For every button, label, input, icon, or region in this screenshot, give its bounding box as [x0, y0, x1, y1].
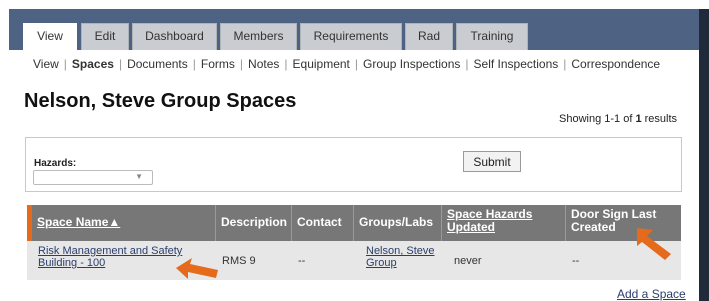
subnav-spaces[interactable]: Spaces	[72, 57, 114, 71]
results-count: Showing 1-1 of 1 results	[559, 113, 678, 125]
submit-button[interactable]: Submit	[463, 151, 521, 172]
group-link[interactable]: Nelson, Steve Group	[366, 245, 434, 269]
subnav-equipment[interactable]: Equipment	[293, 57, 350, 71]
tab-requirements[interactable]: Requirements	[300, 23, 402, 50]
orange-arrow-icon	[637, 228, 671, 260]
subnav-group-inspections[interactable]: Group Inspections	[363, 57, 460, 71]
cell-description: RMS 9	[222, 254, 256, 267]
tab-dashboard[interactable]: Dashboard	[132, 23, 217, 50]
hazards-label: Hazards:	[34, 158, 77, 169]
table-header: Space Name▲ Description Contact Groups/L…	[27, 205, 681, 280]
chevron-down-icon: ▼	[135, 172, 143, 181]
column-space-name[interactable]: Space Name▲	[32, 205, 216, 241]
tab-view[interactable]: View	[23, 23, 77, 51]
tab-rad[interactable]: Rad	[405, 23, 453, 50]
subnav-self-inspections[interactable]: Self Inspections	[474, 57, 559, 71]
subnav-correspondence[interactable]: Correspondence	[571, 57, 660, 71]
cell-contact: --	[298, 254, 306, 267]
space-name-link[interactable]: Risk Management and Safety Building - 10…	[38, 245, 182, 269]
filter-panel: Hazards: ▼ Submit	[25, 137, 682, 192]
add-space-link[interactable]: Add a Space	[617, 287, 686, 301]
subnav-notes[interactable]: Notes	[248, 57, 279, 71]
subnav-forms[interactable]: Forms	[201, 57, 235, 71]
cell-hazards-updated: never	[454, 254, 482, 267]
column-description: Description	[216, 205, 292, 241]
tab-edit[interactable]: Edit	[81, 23, 129, 50]
tab-training[interactable]: Training	[456, 23, 528, 50]
tab-members[interactable]: Members	[220, 23, 297, 50]
column-contact: Contact	[292, 205, 354, 241]
subnav-view[interactable]: View	[33, 57, 59, 71]
subnav-documents[interactable]: Documents	[127, 57, 188, 71]
orange-arrow-icon	[176, 258, 218, 279]
hazards-select[interactable]: ▼	[33, 170, 153, 185]
cell-groups-labs: Nelson, Steve Group	[354, 241, 442, 280]
sub-navigation: View | Spaces | Documents | Forms | Notes | Equipm…	[33, 57, 661, 71]
column-groups-labs: Groups/Labs	[354, 205, 442, 241]
window-edge	[699, 9, 709, 301]
page-title: Nelson, Steve Group Spaces	[24, 90, 297, 112]
table-row: Risk Management and Safety Building - 10…	[27, 241, 681, 280]
column-space-hazards-updated[interactable]: Space Hazards Updated	[442, 205, 566, 241]
